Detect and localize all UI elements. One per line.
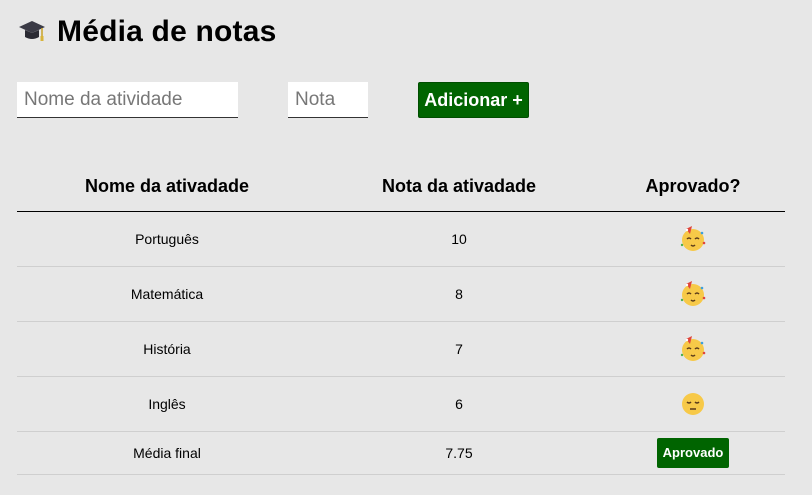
approved-cell — [601, 321, 785, 377]
activity-grade-cell: 8 — [317, 266, 601, 322]
table-row: Inglês 6 — [17, 376, 785, 432]
activity-grade-cell: 6 — [317, 376, 601, 432]
table-row: Português 10 — [17, 211, 785, 267]
activity-grade-cell: 7 — [317, 321, 601, 377]
approved-cell — [601, 266, 785, 322]
add-activity-button[interactable]: Adicionar + — [418, 82, 529, 118]
activity-name-cell: Inglês — [17, 376, 317, 432]
activity-grade-cell: 10 — [317, 211, 601, 267]
activity-name-cell: Português — [17, 211, 317, 267]
activity-name-cell: Matemática — [17, 266, 317, 322]
graduation-cap-icon — [19, 21, 45, 41]
final-average-row: Média final 7.75 Aprovado — [17, 431, 785, 475]
table-row: História 7 — [17, 321, 785, 377]
table-row: Matemática 8 — [17, 266, 785, 322]
table-header-row: Nome da ativadade Nota da ativadade Apro… — [17, 162, 785, 212]
activity-name-cell: História — [17, 321, 317, 377]
activity-name-input[interactable] — [17, 82, 238, 118]
column-header-approved: Aprovado? — [601, 162, 785, 212]
approved-cell — [601, 211, 785, 267]
celebrating-face-icon — [680, 336, 706, 361]
final-average-value: 7.75 — [317, 431, 601, 475]
celebrating-face-icon — [680, 226, 706, 251]
disappointed-face-icon — [682, 393, 704, 415]
grades-table: Nome da ativadade Nota da ativadade Apro… — [17, 162, 785, 475]
final-average-label: Média final — [17, 431, 317, 475]
page-title: Média de notas — [57, 15, 277, 48]
page-header: Média de notas — [17, 12, 277, 52]
column-header-activity-grade: Nota da ativadade — [317, 162, 601, 212]
status-badge: Aprovado — [656, 438, 730, 468]
activity-grade-input[interactable] — [288, 82, 368, 118]
column-header-activity-name: Nome da ativadade — [17, 162, 317, 212]
final-status-cell: Aprovado — [601, 431, 785, 475]
approved-cell — [601, 376, 785, 432]
celebrating-face-icon — [680, 281, 706, 306]
